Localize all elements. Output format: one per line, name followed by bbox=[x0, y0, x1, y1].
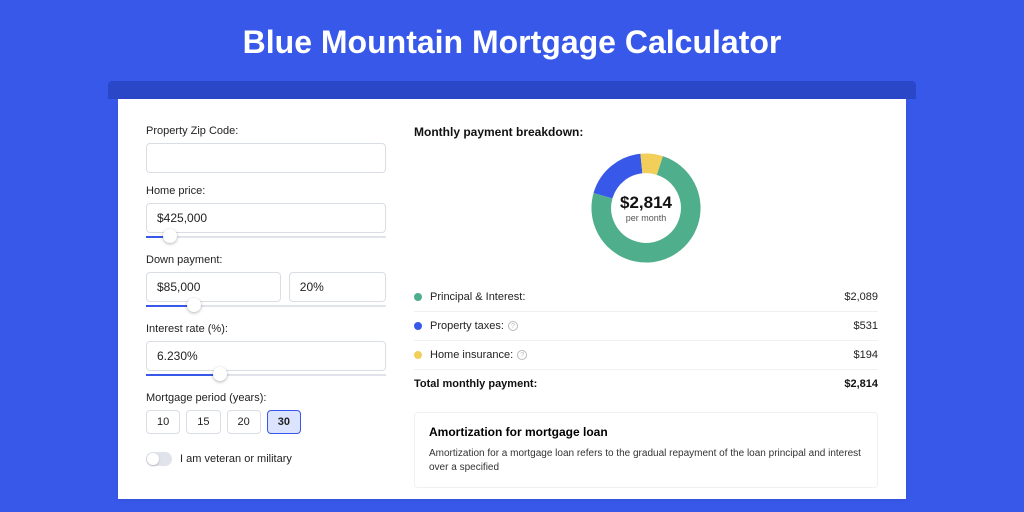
total-row: Total monthly payment: $2,814 bbox=[414, 370, 878, 398]
down-percent-input[interactable] bbox=[289, 272, 386, 302]
total-label: Total monthly payment: bbox=[414, 378, 844, 390]
donut-value: $2,814 bbox=[620, 193, 672, 213]
rate-field: Interest rate (%): bbox=[146, 323, 386, 380]
veteran-row: I am veteran or military bbox=[146, 452, 386, 466]
term-option-30[interactable]: 30 bbox=[267, 410, 301, 434]
page-title: Blue Mountain Mortgage Calculator bbox=[0, 0, 1024, 81]
amortization-card: Amortization for mortgage loan Amortizat… bbox=[414, 412, 878, 488]
term-field: Mortgage period (years): 1015 2030 bbox=[146, 392, 386, 434]
breakdown-title: Monthly payment breakdown: bbox=[414, 125, 878, 139]
calculator-card: Property Zip Code: Home price: Down paym… bbox=[118, 99, 906, 499]
rate-input[interactable] bbox=[146, 341, 386, 371]
legend-amount: $531 bbox=[854, 320, 878, 332]
legend-row: Property taxes:?$531 bbox=[414, 312, 878, 341]
veteran-toggle[interactable] bbox=[146, 452, 172, 466]
total-value: $2,814 bbox=[844, 378, 878, 390]
price-input[interactable] bbox=[146, 203, 386, 233]
price-field: Home price: bbox=[146, 185, 386, 242]
zip-field: Property Zip Code: bbox=[146, 125, 386, 173]
term-option-10[interactable]: 10 bbox=[146, 410, 180, 434]
donut-chart: $2,814 per month bbox=[587, 149, 705, 267]
term-label: Mortgage period (years): bbox=[146, 392, 386, 404]
legend-dot bbox=[414, 322, 422, 330]
veteran-label: I am veteran or military bbox=[180, 453, 292, 465]
legend-label: Property taxes:? bbox=[430, 320, 854, 332]
rate-slider-thumb[interactable] bbox=[213, 367, 227, 381]
legend-label: Principal & Interest: bbox=[430, 291, 844, 303]
rate-label: Interest rate (%): bbox=[146, 323, 386, 335]
term-options: 1015 2030 bbox=[146, 410, 386, 434]
price-label: Home price: bbox=[146, 185, 386, 197]
legend-amount: $194 bbox=[854, 349, 878, 361]
down-slider-thumb[interactable] bbox=[187, 298, 201, 312]
legend-dot bbox=[414, 293, 422, 301]
price-slider[interactable] bbox=[146, 232, 386, 242]
donut-chart-wrap: $2,814 per month bbox=[414, 149, 878, 267]
breakdown-column: Monthly payment breakdown: $2,814 per mo… bbox=[414, 125, 878, 499]
inputs-column: Property Zip Code: Home price: Down paym… bbox=[146, 125, 386, 499]
zip-label: Property Zip Code: bbox=[146, 125, 386, 137]
amortization-title: Amortization for mortgage loan bbox=[429, 425, 863, 439]
legend-row: Principal & Interest:$2,089 bbox=[414, 283, 878, 312]
donut-sub: per month bbox=[626, 213, 667, 223]
legend-amount: $2,089 bbox=[844, 291, 878, 303]
down-amount-input[interactable] bbox=[146, 272, 281, 302]
help-icon[interactable]: ? bbox=[517, 350, 527, 360]
legend: Principal & Interest:$2,089Property taxe… bbox=[414, 283, 878, 370]
zip-input[interactable] bbox=[146, 143, 386, 173]
legend-label: Home insurance:? bbox=[430, 349, 854, 361]
term-option-15[interactable]: 15 bbox=[186, 410, 220, 434]
price-slider-thumb[interactable] bbox=[163, 229, 177, 243]
amortization-text: Amortization for a mortgage loan refers … bbox=[429, 447, 863, 475]
term-option-20[interactable]: 20 bbox=[227, 410, 261, 434]
legend-dot bbox=[414, 351, 422, 359]
down-label: Down payment: bbox=[146, 254, 386, 266]
donut-center: $2,814 per month bbox=[587, 149, 705, 267]
card-accent-bar bbox=[108, 81, 916, 99]
rate-slider[interactable] bbox=[146, 370, 386, 380]
help-icon[interactable]: ? bbox=[508, 321, 518, 331]
legend-row: Home insurance:?$194 bbox=[414, 341, 878, 370]
down-field: Down payment: bbox=[146, 254, 386, 311]
down-slider[interactable] bbox=[146, 301, 386, 311]
